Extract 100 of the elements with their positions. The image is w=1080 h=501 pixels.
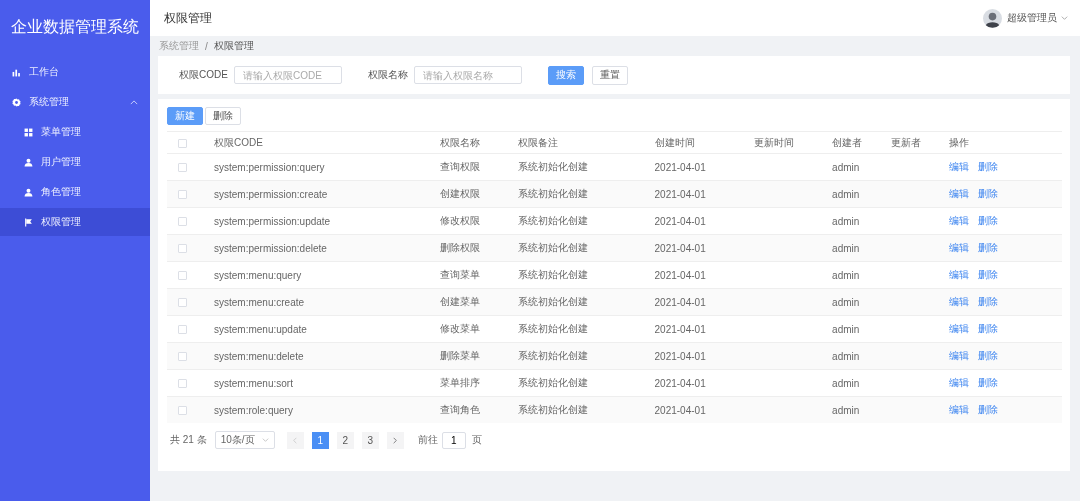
table-cell: system:permission:query: [214, 161, 325, 173]
table-cell: 菜单排序: [440, 377, 481, 388]
sidebar-item[interactable]: 系统管理: [0, 88, 150, 116]
delete-link[interactable]: 删除: [977, 161, 998, 172]
table-cell: 系统初始化创建: [518, 215, 589, 226]
search-button[interactable]: 搜索: [547, 65, 584, 85]
checkbox[interactable]: [178, 298, 187, 308]
delete-link[interactable]: 删除: [977, 215, 998, 226]
checkbox[interactable]: [178, 379, 187, 389]
table-cell: 修改菜单: [440, 323, 481, 334]
edit-link[interactable]: 编辑: [948, 215, 969, 226]
chevron-icon: [293, 436, 298, 444]
table-cell: system:menu:query: [214, 269, 302, 281]
flag-icon: [24, 217, 33, 227]
sidebar-item[interactable]: 权限管理: [0, 208, 150, 236]
avatar: [983, 8, 1002, 28]
column-header: 权限CODE: [214, 131, 441, 154]
column-header: 更新时间: [754, 131, 833, 154]
edit-link[interactable]: 编辑: [948, 404, 969, 415]
delete-link[interactable]: 删除: [977, 323, 998, 334]
checkbox[interactable]: [178, 217, 187, 227]
edit-link[interactable]: 编辑: [948, 323, 969, 334]
table-cell: 修改权限: [440, 215, 481, 226]
table-cell: 2021-04-01: [654, 323, 706, 335]
checkbox[interactable]: [178, 138, 187, 148]
table-cell: admin: [832, 215, 860, 227]
next-page-button[interactable]: [386, 431, 404, 449]
sidebar-item[interactable]: 菜单管理: [0, 118, 150, 146]
page-button[interactable]: 2: [336, 431, 354, 449]
table-cell: 系统初始化创建: [518, 242, 589, 253]
bar-chart-icon: [12, 67, 21, 77]
edit-link[interactable]: 编辑: [948, 242, 969, 253]
table-cell: 系统初始化创建: [518, 350, 589, 361]
edit-link[interactable]: 编辑: [948, 296, 969, 307]
input-field[interactable]: 请输入权限名称: [413, 66, 522, 84]
page-suffix: 页: [471, 433, 482, 447]
sidebar-item[interactable]: 角色管理: [0, 178, 150, 206]
table-cell: 系统初始化创建: [518, 188, 589, 199]
checkbox[interactable]: [178, 406, 187, 416]
page-size-select[interactable]: 10条/页: [214, 431, 275, 449]
edit-link[interactable]: 编辑: [948, 269, 969, 280]
table-cell: 2021-04-01: [654, 404, 706, 416]
new-button[interactable]: 新建: [167, 107, 203, 125]
table-cell: 系统初始化创建: [518, 269, 589, 280]
table-cell: system:permission:update: [214, 215, 331, 227]
edit-link[interactable]: 编辑: [948, 188, 969, 199]
breadcrumb-item[interactable]: 系统管理: [159, 39, 199, 53]
page-button[interactable]: 3: [361, 431, 379, 449]
checkbox[interactable]: [178, 325, 187, 335]
page-button[interactable]: 1: [311, 431, 329, 449]
checkbox[interactable]: [178, 163, 187, 173]
delete-link[interactable]: 删除: [977, 377, 998, 388]
checkbox[interactable]: [178, 190, 187, 200]
delete-button[interactable]: 删除: [205, 107, 241, 125]
delete-link[interactable]: 删除: [977, 269, 998, 280]
settings-icon: [12, 97, 21, 107]
caret-icon: [261, 438, 269, 442]
table-cell: 系统初始化创建: [518, 296, 589, 307]
breadcrumb-item: 权限管理: [213, 39, 254, 53]
column-header: 操作: [948, 131, 1062, 154]
table-cell: 创建权限: [440, 188, 481, 199]
table-cell: 2021-04-01: [654, 296, 706, 308]
edit-link[interactable]: 编辑: [948, 377, 969, 388]
table-cell: system:menu:update: [214, 323, 307, 335]
app-title: 企业数据管理系统: [10, 16, 140, 37]
edit-link[interactable]: 编辑: [948, 350, 969, 361]
table-cell: admin: [832, 188, 860, 200]
table-cell: admin: [832, 242, 860, 254]
edit-link[interactable]: 编辑: [948, 161, 969, 172]
checkbox[interactable]: [178, 244, 187, 254]
table-cell: 2021-04-01: [654, 350, 706, 362]
user-icon: [24, 187, 33, 197]
caret-icon: [1061, 16, 1068, 20]
table-cell: 系统初始化创建: [518, 323, 589, 334]
page-input[interactable]: 1: [441, 431, 466, 449]
table-cell: 2021-04-01: [654, 377, 706, 389]
table-cell: 2021-04-01: [654, 269, 706, 281]
table-cell: 2021-04-01: [654, 215, 706, 227]
table-cell: 查询角色: [440, 404, 481, 415]
breadcrumb-separator: /: [205, 40, 208, 52]
page-title: 权限管理: [164, 9, 212, 27]
sidebar-item[interactable]: 工作台: [0, 58, 150, 86]
user-menu[interactable]: 超级管理员: [983, 8, 1068, 28]
table-cell: admin: [832, 350, 860, 362]
delete-link[interactable]: 删除: [977, 350, 998, 361]
input-field[interactable]: 请输入权限CODE: [233, 66, 342, 84]
table-cell: system:permission:create: [214, 188, 328, 200]
column-header: 创建者: [832, 131, 891, 154]
reset-button[interactable]: 重置: [591, 65, 628, 85]
chevron-icon: [130, 99, 138, 105]
table-cell: system:role:query: [214, 404, 293, 416]
delete-link[interactable]: 删除: [977, 404, 998, 415]
checkbox[interactable]: [178, 352, 187, 362]
checkbox[interactable]: [178, 271, 187, 281]
grid-icon: [24, 127, 33, 137]
sidebar-item[interactable]: 用户管理: [0, 148, 150, 176]
delete-link[interactable]: 删除: [977, 188, 998, 199]
delete-link[interactable]: 删除: [977, 296, 998, 307]
delete-link[interactable]: 删除: [977, 242, 998, 253]
table-cell: 删除权限: [440, 242, 481, 253]
